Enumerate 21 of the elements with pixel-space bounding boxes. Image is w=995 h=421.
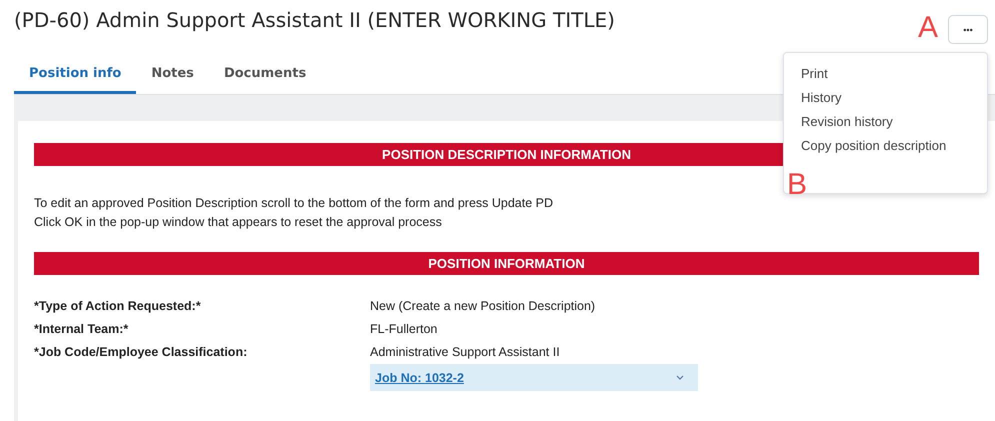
instruction-text: To edit an approved Position Description scroll to the bottom of the form and press Update PD	[34, 195, 554, 212]
menu-item[interactable]: Revision history	[784, 114, 987, 129]
field-value: New (Create a new Position Description)	[370, 299, 596, 313]
job-dropdown[interactable]: Job No: 1032-2	[370, 364, 698, 391]
job-link[interactable]: Job No: 1032-2	[375, 370, 464, 384]
annotation-letter: A	[918, 13, 938, 43]
menu-item[interactable]: History	[784, 90, 987, 105]
more-button[interactable]: •••	[948, 15, 988, 44]
tab[interactable]: Documents	[208, 60, 322, 94]
field-label: *Type of Action Requested:*	[34, 299, 202, 313]
field-label: *Internal Team:*	[34, 322, 130, 336]
section-header: POSITION INFORMATION	[34, 252, 979, 275]
menu-item[interactable]: Print	[784, 66, 987, 81]
field-label: *Job Code/Employee Classification:	[34, 345, 248, 361]
tab[interactable]: Notes	[136, 60, 209, 94]
instruction-text: Click OK in the pop-up window that appears to reset the approval process	[34, 214, 443, 231]
page-title: (PD-60) Admin Support Assistant II (ENTER WORKING TITLE)	[14, 7, 615, 34]
field-value: Administrative Support Assistant II	[370, 345, 560, 359]
chevron-icon	[676, 375, 684, 380]
field-value: FL-Fullerton	[370, 322, 438, 336]
annotation-letter: B	[787, 170, 808, 200]
